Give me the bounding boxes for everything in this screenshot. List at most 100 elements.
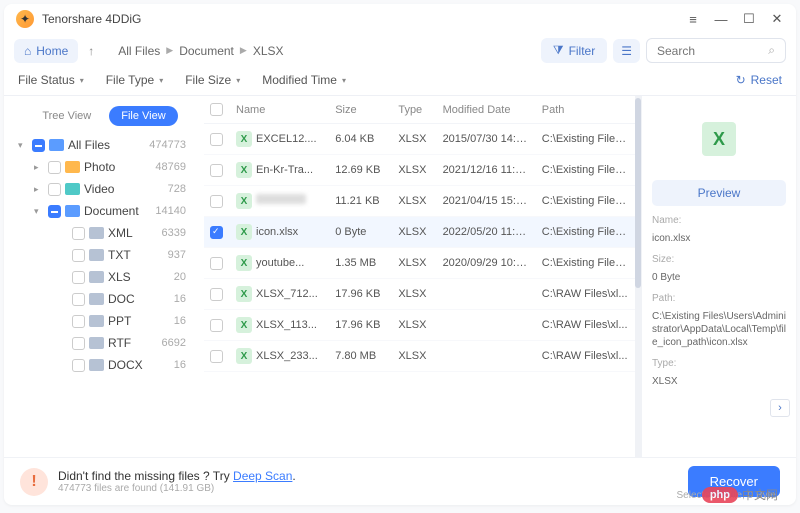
preview-thumbnail: X	[652, 104, 786, 174]
tree-item-video[interactable]: ▸Video728	[4, 178, 200, 200]
minimize-icon[interactable]: —	[714, 12, 728, 26]
cell-size: 1.35 MB	[329, 248, 392, 279]
reset-button[interactable]: ↻Reset	[736, 73, 782, 87]
search-box[interactable]: ⌕	[646, 38, 786, 63]
folder-icon	[65, 183, 80, 195]
search-icon[interactable]: ⌕	[768, 43, 775, 58]
next-page-button[interactable]: ›	[770, 399, 790, 417]
cell-modified	[437, 279, 536, 310]
cell-name: Xicon.xlsx	[230, 217, 329, 248]
breadcrumb-item[interactable]: All Files	[118, 44, 160, 58]
home-icon: ⌂	[24, 44, 31, 58]
home-button[interactable]: ⌂ Home	[14, 39, 78, 63]
cell-name: XEn-Kr-Tra...	[230, 155, 329, 186]
deep-scan-link[interactable]: Deep Scan	[233, 469, 292, 483]
modified-time-filter[interactable]: Modified Time▾	[262, 73, 346, 87]
reset-icon: ↻	[736, 73, 746, 87]
blurred-name	[256, 194, 306, 204]
table-row[interactable]: XEXCEL12....6.04 KBXLSX2015/07/30 14:24:…	[204, 124, 635, 155]
tree-item-doc[interactable]: DOC16	[4, 288, 200, 310]
expand-arrow-icon[interactable]: ▸	[34, 162, 44, 173]
breadcrumb-item[interactable]: Document	[179, 44, 234, 58]
cell-type: XLSX	[392, 248, 436, 279]
tree-item-photo[interactable]: ▸Photo48769	[4, 156, 200, 178]
table-row[interactable]: Xicon.xlsx0 ByteXLSX2022/05/20 11:36:09C…	[204, 217, 635, 248]
preview-pane: X Preview Name: icon.xlsx Size: 0 Byte P…	[641, 96, 796, 457]
search-input[interactable]	[657, 44, 762, 58]
tree-item-txt[interactable]: TXT937	[4, 244, 200, 266]
cell-size: 6.04 KB	[329, 124, 392, 155]
preview-button[interactable]: Preview	[652, 180, 786, 206]
expand-arrow-icon[interactable]: ▾	[34, 206, 44, 217]
list-view-toggle[interactable]: ☰	[613, 39, 640, 63]
up-arrow-icon[interactable]: ↑	[84, 40, 98, 62]
table-row[interactable]: XEn-Kr-Tra...12.69 KBXLSX2021/12/16 11:4…	[204, 155, 635, 186]
col-path[interactable]: Path	[536, 96, 635, 124]
row-checkbox[interactable]	[210, 195, 223, 208]
row-checkbox[interactable]	[210, 257, 223, 270]
close-icon[interactable]: ✕	[770, 12, 784, 26]
row-checkbox[interactable]	[210, 288, 223, 301]
tree-item-xml[interactable]: XML6339	[4, 222, 200, 244]
file-type-filter[interactable]: File Type▾	[106, 73, 163, 87]
tree-checkbox[interactable]	[32, 139, 45, 152]
tree-item-ppt[interactable]: PPT16	[4, 310, 200, 332]
tree-checkbox[interactable]	[72, 271, 85, 284]
cell-type: XLSX	[392, 186, 436, 217]
filter-button[interactable]: ⧩ Filter	[541, 38, 607, 63]
app-title: Tenorshare 4DDiG	[42, 12, 678, 26]
tree-checkbox[interactable]	[72, 315, 85, 328]
tree-checkbox[interactable]	[72, 293, 85, 306]
tree-item-all-files[interactable]: ▾All Files474773	[4, 134, 200, 156]
row-checkbox[interactable]	[210, 350, 223, 363]
tab-file-view[interactable]: File View	[109, 106, 177, 126]
tree-label: Document	[84, 204, 151, 218]
footer: ! Didn't find the missing files ? Try De…	[4, 457, 796, 505]
tab-tree-view[interactable]: Tree View	[30, 106, 103, 126]
col-type[interactable]: Type	[392, 96, 436, 124]
breadcrumb: All Files ▶ Document ▶ XLSX	[118, 44, 283, 58]
col-name[interactable]: Name	[230, 96, 329, 124]
file-status-filter[interactable]: File Status▾	[18, 73, 84, 87]
folder-icon	[89, 337, 104, 349]
row-checkbox[interactable]	[210, 319, 223, 332]
select-all-checkbox[interactable]	[210, 103, 223, 116]
meta-name-value: icon.xlsx	[652, 232, 786, 245]
col-size[interactable]: Size	[329, 96, 392, 124]
tree-label: TXT	[108, 248, 164, 262]
tree-checkbox[interactable]	[72, 249, 85, 262]
tree-checkbox[interactable]	[48, 205, 61, 218]
table-row[interactable]: XXLSX_712...17.96 KBXLSXC:\RAW Files\xl.…	[204, 279, 635, 310]
table-row[interactable]: X11.21 KBXLSX2021/04/15 15:07:20C:\Exist…	[204, 186, 635, 217]
expand-arrow-icon[interactable]: ▸	[34, 184, 44, 195]
tree-checkbox[interactable]	[72, 227, 85, 240]
tree-item-docx[interactable]: DOCX16	[4, 354, 200, 376]
tree-label: RTF	[108, 336, 158, 350]
cell-name: X	[230, 186, 329, 217]
menu-icon[interactable]: ≡	[686, 12, 700, 26]
breadcrumb-item[interactable]: XLSX	[253, 44, 284, 58]
tree-checkbox[interactable]	[48, 161, 61, 174]
col-modified[interactable]: Modified Date	[437, 96, 536, 124]
maximize-icon[interactable]: ☐	[742, 12, 756, 26]
tree-checkbox[interactable]	[72, 337, 85, 350]
xlsx-badge-icon: X	[236, 162, 252, 178]
tree-item-document[interactable]: ▾Document14140	[4, 200, 200, 222]
table-row[interactable]: XXLSX_113...17.96 KBXLSXC:\RAW Files\xl.…	[204, 310, 635, 341]
table-row[interactable]: Xyoutube...1.35 MBXLSX2020/09/29 10:55:0…	[204, 248, 635, 279]
tree-checkbox[interactable]	[72, 359, 85, 372]
tree-checkbox[interactable]	[48, 183, 61, 196]
row-checkbox[interactable]	[210, 164, 223, 177]
file-size-filter[interactable]: File Size▾	[185, 73, 240, 87]
row-checkbox[interactable]	[210, 226, 223, 239]
cell-path: C:\RAW Files\xl...	[536, 279, 635, 310]
tree-item-rtf[interactable]: RTF6692	[4, 332, 200, 354]
tree-item-xls[interactable]: XLS20	[4, 266, 200, 288]
cell-type: XLSX	[392, 310, 436, 341]
table-row[interactable]: XXLSX_233...7.80 MBXLSXC:\RAW Files\xl..…	[204, 341, 635, 372]
meta-type-value: XLSX	[652, 375, 786, 388]
cell-path: C:\Existing Files...	[536, 217, 635, 248]
cell-size: 12.69 KB	[329, 155, 392, 186]
expand-arrow-icon[interactable]: ▾	[18, 140, 28, 151]
row-checkbox[interactable]	[210, 133, 223, 146]
